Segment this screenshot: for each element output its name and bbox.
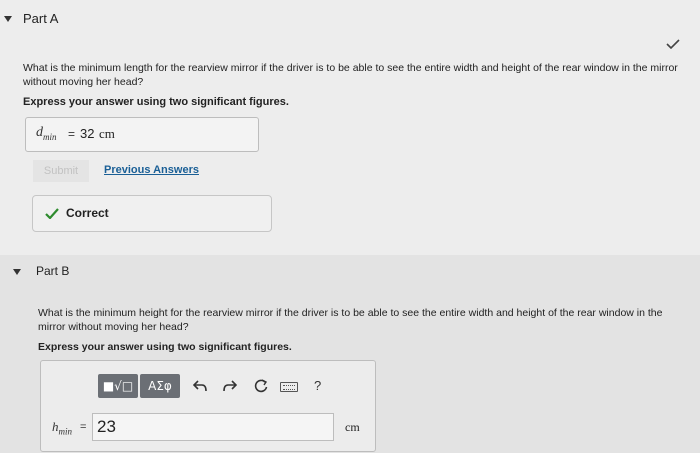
help-icon[interactable]: ?: [314, 378, 321, 393]
redo-icon[interactable]: [220, 376, 240, 396]
part-b-question: What is the minimum height for the rearv…: [38, 307, 663, 333]
feedback-box: Correct: [32, 195, 272, 232]
part-b-instruction: Express your answer using two significan…: [38, 341, 292, 353]
part-a-instruction: Express your answer using two significan…: [23, 96, 289, 108]
answer-variable: dmin: [36, 125, 57, 142]
completed-check-icon: [666, 39, 680, 49]
correct-check-icon: [45, 208, 59, 219]
answer-unit: cm: [99, 126, 115, 141]
collapse-part-a-icon[interactable]: [4, 16, 12, 22]
answer-value: 32: [80, 126, 95, 141]
answer-unit: cm: [345, 420, 360, 434]
part-a-question: What is the minimum length for the rearv…: [23, 62, 678, 88]
answer-variable: hmin: [52, 419, 72, 437]
part-b-title: Part B: [36, 264, 70, 278]
part-a-title: Part A: [23, 11, 59, 26]
templates-button[interactable]: ■√□: [98, 374, 138, 398]
submit-button[interactable]: Submit: [33, 160, 89, 182]
equals-sign: =: [68, 127, 76, 141]
collapse-part-b-icon[interactable]: [13, 269, 21, 275]
equals-sign: =: [80, 421, 87, 433]
previous-answers-link[interactable]: Previous Answers: [104, 164, 199, 176]
answer-input[interactable]: 23: [92, 413, 334, 441]
undo-icon[interactable]: [190, 376, 210, 396]
keyboard-icon[interactable]: [280, 382, 298, 392]
feedback-label: Correct: [66, 206, 109, 220]
greek-symbols-button[interactable]: ΑΣφ: [140, 374, 180, 398]
reset-icon[interactable]: [251, 376, 271, 396]
part-a-answer-box: dmin = 32 cm: [25, 117, 259, 152]
